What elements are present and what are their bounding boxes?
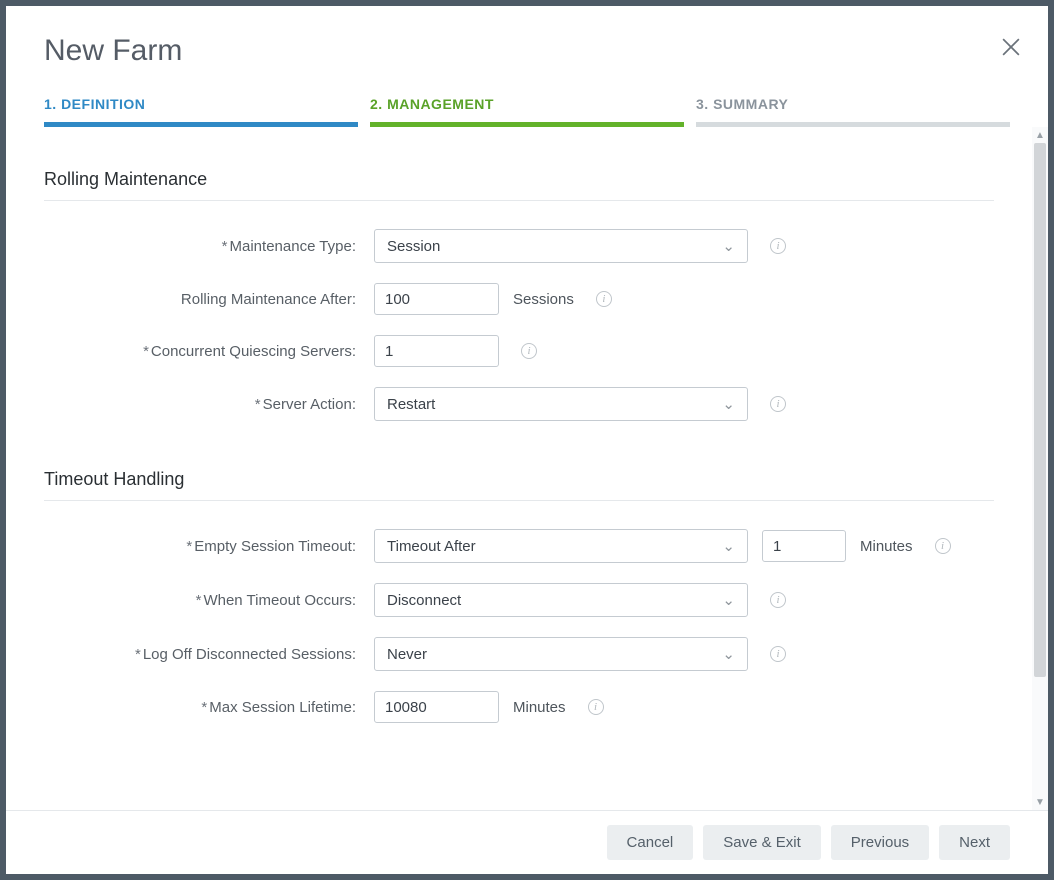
chevron-down-icon: ⌄	[722, 395, 735, 413]
section-timeout-handling: Timeout Handling *Empty Session Timeout:…	[44, 469, 994, 723]
info-icon[interactable]: i	[596, 291, 612, 307]
wizard-steps: 1. DEFINITION 2. MANAGEMENT 3. SUMMARY	[6, 68, 1048, 127]
label-concurrent-quiescing: *Concurrent Quiescing Servers:	[44, 343, 374, 360]
select-value: Restart	[387, 396, 435, 413]
required-marker: *	[201, 699, 207, 716]
row-max-session-lifetime: *Max Session Lifetime: Minutes i	[44, 691, 994, 723]
info-icon[interactable]: i	[770, 396, 786, 412]
select-when-timeout-occurs[interactable]: Disconnect ⌄	[374, 583, 748, 617]
unit-minutes: Minutes	[860, 538, 913, 555]
label-logoff-disconnected: *Log Off Disconnected Sessions:	[44, 646, 374, 663]
cancel-button[interactable]: Cancel	[607, 825, 694, 860]
close-icon[interactable]	[1002, 38, 1020, 56]
chevron-down-icon: ⌄	[722, 237, 735, 255]
label-text: Empty Session Timeout:	[194, 538, 356, 555]
row-when-timeout-occurs: *When Timeout Occurs: Disconnect ⌄ i	[44, 583, 994, 617]
label-max-session-lifetime: *Max Session Lifetime:	[44, 699, 374, 716]
section-rolling-maintenance: Rolling Maintenance *Maintenance Type: S…	[44, 169, 994, 421]
label-text: When Timeout Occurs:	[203, 592, 356, 609]
label-server-action: *Server Action:	[44, 396, 374, 413]
section-title-rolling: Rolling Maintenance	[44, 169, 994, 190]
row-logoff-disconnected: *Log Off Disconnected Sessions: Never ⌄ …	[44, 637, 994, 671]
input-max-session-lifetime[interactable]	[374, 691, 499, 723]
scrollbar[interactable]: ▲ ▼	[1032, 127, 1048, 810]
info-icon[interactable]: i	[770, 592, 786, 608]
row-rolling-after: Rolling Maintenance After: Sessions i	[44, 283, 994, 315]
required-marker: *	[196, 592, 202, 609]
row-server-action: *Server Action: Restart ⌄ i	[44, 387, 994, 421]
previous-button[interactable]: Previous	[831, 825, 929, 860]
label-when-timeout-occurs: *When Timeout Occurs:	[44, 592, 374, 609]
divider	[44, 500, 994, 501]
required-marker: *	[186, 538, 192, 555]
required-marker: *	[135, 646, 141, 663]
select-value: Session	[387, 238, 440, 255]
label-text: Concurrent Quiescing Servers:	[151, 343, 356, 360]
new-farm-modal: New Farm 1. DEFINITION 2. MANAGEMENT 3. …	[6, 6, 1048, 874]
info-icon[interactable]: i	[935, 538, 951, 554]
required-marker: *	[255, 396, 261, 413]
content-scroll: Rolling Maintenance *Maintenance Type: S…	[6, 127, 1048, 810]
form-content: Rolling Maintenance *Maintenance Type: S…	[6, 127, 1032, 810]
divider	[44, 200, 994, 201]
label-maintenance-type: *Maintenance Type:	[44, 238, 374, 255]
input-concurrent-quiescing[interactable]	[374, 335, 499, 367]
required-marker: *	[143, 343, 149, 360]
label-rolling-after: Rolling Maintenance After:	[44, 291, 374, 308]
info-icon[interactable]: i	[770, 238, 786, 254]
scrollbar-track[interactable]	[1032, 143, 1048, 794]
select-maintenance-type[interactable]: Session ⌄	[374, 229, 748, 263]
select-server-action[interactable]: Restart ⌄	[374, 387, 748, 421]
row-maintenance-type: *Maintenance Type: Session ⌄ i	[44, 229, 994, 263]
row-concurrent-quiescing: *Concurrent Quiescing Servers: i	[44, 335, 994, 367]
required-marker: *	[222, 238, 228, 255]
select-logoff-disconnected[interactable]: Never ⌄	[374, 637, 748, 671]
input-empty-session-minutes[interactable]	[762, 530, 846, 562]
modal-title: New Farm	[44, 34, 1010, 68]
chevron-down-icon: ⌄	[722, 591, 735, 609]
modal-footer: Cancel Save & Exit Previous Next	[6, 810, 1048, 874]
select-value: Never	[387, 646, 427, 663]
chevron-down-icon: ⌄	[722, 645, 735, 663]
next-button[interactable]: Next	[939, 825, 1010, 860]
scrollbar-thumb[interactable]	[1034, 143, 1046, 677]
info-icon[interactable]: i	[770, 646, 786, 662]
step-summary[interactable]: 3. SUMMARY	[696, 96, 1010, 127]
step-management[interactable]: 2. MANAGEMENT	[370, 96, 684, 127]
scroll-down-icon[interactable]: ▼	[1032, 794, 1048, 810]
scroll-up-icon[interactable]: ▲	[1032, 127, 1048, 143]
select-value: Disconnect	[387, 592, 461, 609]
step-definition[interactable]: 1. DEFINITION	[44, 96, 358, 127]
section-title-timeout: Timeout Handling	[44, 469, 994, 490]
label-text: Max Session Lifetime:	[209, 699, 356, 716]
info-icon[interactable]: i	[521, 343, 537, 359]
input-rolling-after[interactable]	[374, 283, 499, 315]
label-empty-session-timeout: *Empty Session Timeout:	[44, 538, 374, 555]
select-value: Timeout After	[387, 538, 476, 555]
save-exit-button[interactable]: Save & Exit	[703, 825, 821, 860]
label-text: Log Off Disconnected Sessions:	[143, 646, 356, 663]
unit-sessions: Sessions	[513, 291, 574, 308]
chevron-down-icon: ⌄	[722, 537, 735, 555]
info-icon[interactable]: i	[588, 699, 604, 715]
label-text: Maintenance Type:	[230, 238, 356, 255]
unit-minutes: Minutes	[513, 699, 566, 716]
label-text: Server Action:	[263, 396, 356, 413]
select-empty-session-timeout[interactable]: Timeout After ⌄	[374, 529, 748, 563]
modal-header: New Farm	[6, 6, 1048, 68]
row-empty-session-timeout: *Empty Session Timeout: Timeout After ⌄ …	[44, 529, 994, 563]
